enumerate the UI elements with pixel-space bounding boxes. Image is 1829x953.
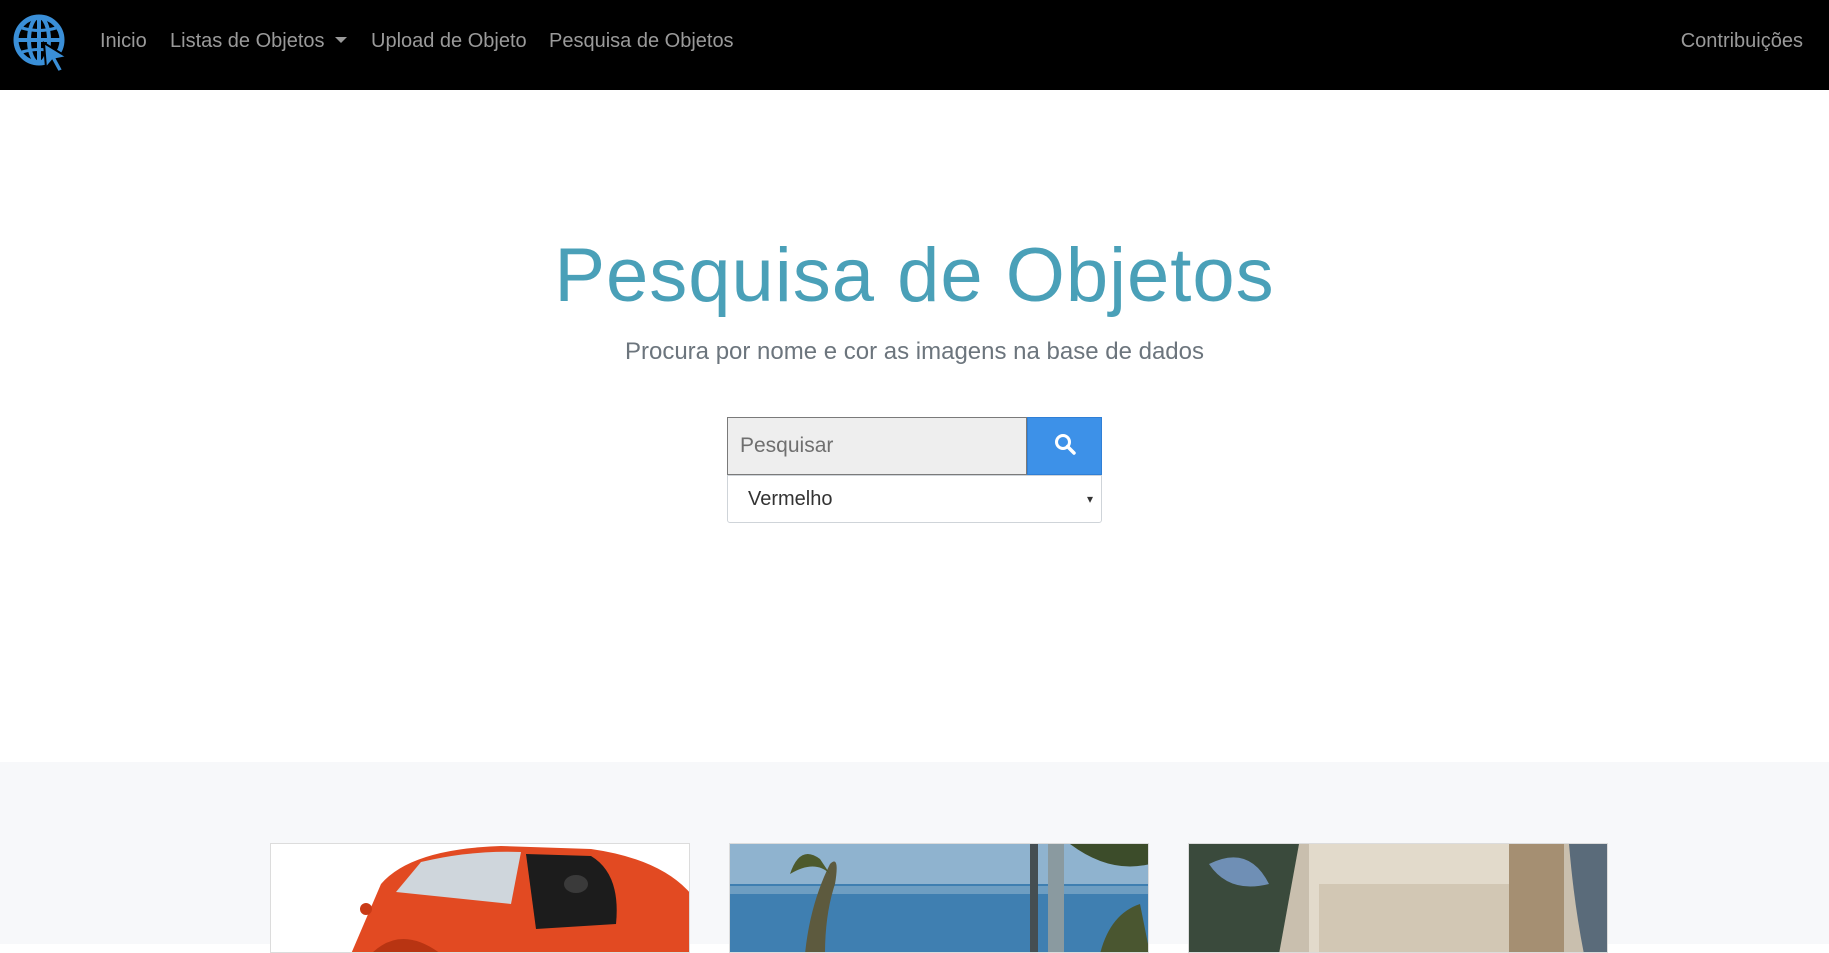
nav-link-upload-de-objeto[interactable]: Upload de Objeto <box>371 30 527 53</box>
color-select[interactable]: Vermelho ▾ <box>727 475 1102 523</box>
search-button[interactable] <box>1027 417 1102 475</box>
top-navbar: Inicio Listas de Objetos Upload de Objet… <box>0 0 1829 90</box>
gallery-card-red-car[interactable] <box>270 843 690 953</box>
nav-link-inicio[interactable]: Inicio <box>100 30 147 53</box>
stone-building-photo <box>1189 844 1607 952</box>
search-input[interactable] <box>727 417 1027 475</box>
nav-link-contribuicoes[interactable]: Contribuições <box>1681 30 1803 53</box>
page-title: Pesquisa de Objetos <box>554 233 1275 318</box>
gallery-card-building[interactable] <box>1188 843 1608 953</box>
red-car-photo <box>271 844 689 952</box>
color-select-value: Vermelho <box>748 488 833 510</box>
hero-section: Pesquisa de Objetos Procura por nome e c… <box>0 90 1829 762</box>
gallery-section <box>0 762 1829 953</box>
nav-link-pesquisa-de-objetos[interactable]: Pesquisa de Objetos <box>549 30 734 53</box>
page-subtitle: Procura por nome e cor as imagens na bas… <box>624 338 1204 365</box>
search-icon <box>1054 433 1076 460</box>
nav-dropdown-listas-de-objetos[interactable]: Listas de Objetos <box>170 30 347 53</box>
sea-palm-photo <box>730 844 1148 952</box>
search-group <box>727 417 1102 475</box>
chevron-down-icon: ▾ <box>1086 492 1093 506</box>
gallery-card-sea[interactable] <box>729 843 1149 953</box>
globe-cursor-icon[interactable] <box>13 13 71 74</box>
